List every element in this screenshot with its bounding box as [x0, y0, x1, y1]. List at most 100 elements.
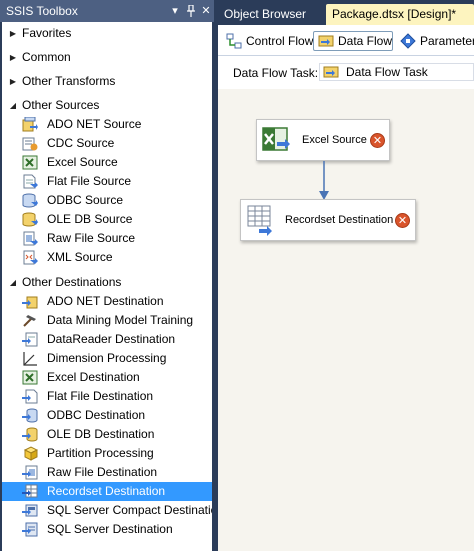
- collapse-arrow-icon[interactable]: ◢: [9, 273, 17, 292]
- window-position-menu-icon[interactable]: ▾: [168, 3, 182, 19]
- item-label: Flat File Source: [47, 174, 132, 188]
- category-other-sources[interactable]: ◢ Other Sources: [2, 96, 212, 115]
- recordset-destination-icon: [247, 205, 272, 236]
- tab-object-browser[interactable]: Object Browser: [218, 4, 324, 25]
- toolbox-item-ado-net-source[interactable]: ADO NET Source: [2, 115, 212, 134]
- item-label: ADO NET Destination: [47, 294, 164, 308]
- data-mining-icon: [23, 315, 36, 327]
- item-label: Dimension Processing: [47, 351, 167, 365]
- ole-db-source-icon: [22, 212, 38, 227]
- odbc-destination-icon: [22, 408, 38, 423]
- item-label: SQL Server Compact Destination: [47, 503, 212, 517]
- expand-arrow-icon[interactable]: ▶: [9, 72, 17, 91]
- category-other-transforms[interactable]: ▶ Other Transforms: [2, 72, 212, 91]
- component-label: Excel Source: [302, 134, 367, 146]
- toolbox-item-recordset-destination[interactable]: Recordset Destination: [2, 482, 212, 501]
- excel-source-component[interactable]: Excel Source ✕: [256, 119, 390, 161]
- error-icon[interactable]: ✕: [370, 133, 385, 148]
- toolbox-item-odbc-source[interactable]: ODBC Source: [2, 191, 212, 210]
- item-label: Recordset Destination: [47, 484, 166, 498]
- category-label: Favorites: [22, 26, 72, 40]
- category-label: Other Destinations: [22, 275, 122, 289]
- raw-file-source-icon: [23, 231, 38, 246]
- tab-data-flow[interactable]: Data Flow: [313, 31, 393, 51]
- item-label: Excel Destination: [47, 370, 140, 384]
- item-label: CDC Source: [47, 136, 115, 150]
- excel-source-icon: [22, 155, 38, 170]
- item-label: OLE DB Destination: [47, 427, 155, 441]
- ole-db-destination-icon: [22, 427, 38, 442]
- control-flow-icon: [226, 33, 242, 49]
- collapse-arrow-icon[interactable]: ◢: [9, 96, 17, 115]
- toolbox-item-excel-source[interactable]: Excel Source: [2, 153, 212, 172]
- data-flow-task-dropdown[interactable]: Data Flow Task: [319, 63, 474, 81]
- recordset-destination-icon: [22, 484, 38, 498]
- toolbox-item-partition-processing[interactable]: Partition Processing: [2, 444, 212, 463]
- toolbox-item-datareader-destination[interactable]: DataReader Destination: [2, 330, 212, 349]
- item-label: ADO NET Source: [47, 117, 142, 131]
- ado-net-source-icon: [22, 117, 38, 132]
- category-label: Other Sources: [22, 98, 100, 112]
- tab-label: Parameters: [420, 34, 474, 48]
- designer-tab-bar: Control Flow Data Flow Parameters: [218, 25, 474, 56]
- toolbox-item-raw-file-source[interactable]: Raw File Source: [2, 229, 212, 248]
- parameters-icon: [400, 33, 416, 49]
- item-label: Raw File Source: [47, 231, 136, 245]
- toolbox-item-dimension-processing[interactable]: Dimension Processing: [2, 349, 212, 368]
- document-tab-strip: Object Browser Package.dtsx [Design]*: [214, 0, 474, 25]
- sql-compact-destination-icon: [22, 504, 38, 517]
- error-icon[interactable]: ✕: [395, 213, 410, 228]
- expand-arrow-icon[interactable]: ▶: [9, 24, 17, 43]
- data-flow-icon: [318, 35, 334, 47]
- item-label: SQL Server Destination: [47, 522, 173, 536]
- partition-processing-icon: [23, 446, 38, 461]
- category-label: Other Transforms: [22, 74, 116, 88]
- tab-parameters[interactable]: Parameters: [396, 31, 474, 51]
- pin-icon[interactable]: [184, 3, 198, 19]
- cdc-source-icon: [22, 137, 38, 151]
- excel-source-icon: [262, 127, 290, 151]
- toolbox-item-data-mining-model-training[interactable]: Data Mining Model Training: [2, 311, 212, 330]
- toolbox-item-sql-server-destination[interactable]: SQL Server Destination: [2, 520, 212, 539]
- tab-package-design[interactable]: Package.dtsx [Design]*: [326, 4, 474, 25]
- data-flow-task-label: Data Flow Task:: [233, 66, 319, 80]
- toolbox-item-flat-file-destination[interactable]: Flat File Destination: [2, 387, 212, 406]
- toolbox-item-ole-db-source[interactable]: OLE DB Source: [2, 210, 212, 229]
- item-label: XML Source: [47, 250, 113, 264]
- category-common[interactable]: ▶ Common: [2, 48, 212, 67]
- flat-file-source-icon: [23, 174, 38, 189]
- tab-label: Control Flow: [246, 34, 314, 48]
- datareader-destination-icon: [22, 332, 38, 347]
- excel-destination-icon: [22, 370, 38, 385]
- sql-server-destination-icon: [22, 522, 38, 537]
- item-label: DataReader Destination: [47, 332, 176, 346]
- category-other-destinations[interactable]: ◢ Other Destinations: [2, 273, 212, 292]
- recordset-destination-component[interactable]: Recordset Destination ✕: [240, 199, 416, 241]
- toolbox-item-sql-server-compact-destination[interactable]: SQL Server Compact Destination: [2, 501, 212, 520]
- toolbox-item-ole-db-destination[interactable]: OLE DB Destination: [2, 425, 212, 444]
- toolbox-item-odbc-destination[interactable]: ODBC Destination: [2, 406, 212, 425]
- data-flow-path-arrow[interactable]: [317, 161, 331, 201]
- item-label: Data Mining Model Training: [47, 313, 194, 327]
- flat-file-destination-icon: [22, 389, 38, 404]
- toolbox-title-bar: SSIS Toolbox ▾ ✕: [0, 0, 214, 22]
- dimension-processing-icon: [23, 352, 37, 366]
- tab-label: Data Flow: [338, 34, 393, 48]
- item-label: Flat File Destination: [47, 389, 154, 403]
- data-flow-task-value: Data Flow Task: [346, 65, 428, 79]
- item-label: ODBC Destination: [47, 408, 146, 422]
- data-flow-canvas[interactable]: Excel Source ✕ Recordset Destination ✕: [218, 89, 474, 551]
- expand-arrow-icon[interactable]: ▶: [9, 48, 17, 67]
- raw-file-destination-icon: [22, 465, 38, 480]
- toolbox-item-xml-source[interactable]: XML Source: [2, 248, 212, 267]
- toolbox-item-raw-file-destination[interactable]: Raw File Destination: [2, 463, 212, 482]
- category-favorites[interactable]: ▶ Favorites: [2, 24, 212, 43]
- toolbox-list: ▶ Favorites ▶ Common ▶ Other Transforms …: [2, 22, 212, 551]
- close-icon[interactable]: ✕: [199, 3, 213, 19]
- toolbox-item-flat-file-source[interactable]: Flat File Source: [2, 172, 212, 191]
- toolbox-item-cdc-source[interactable]: CDC Source: [2, 134, 212, 153]
- toolbox-item-ado-net-destination[interactable]: ADO NET Destination: [2, 292, 212, 311]
- category-label: Common: [22, 50, 71, 64]
- tab-control-flow[interactable]: Control Flow: [222, 31, 314, 51]
- toolbox-item-excel-destination[interactable]: Excel Destination: [2, 368, 212, 387]
